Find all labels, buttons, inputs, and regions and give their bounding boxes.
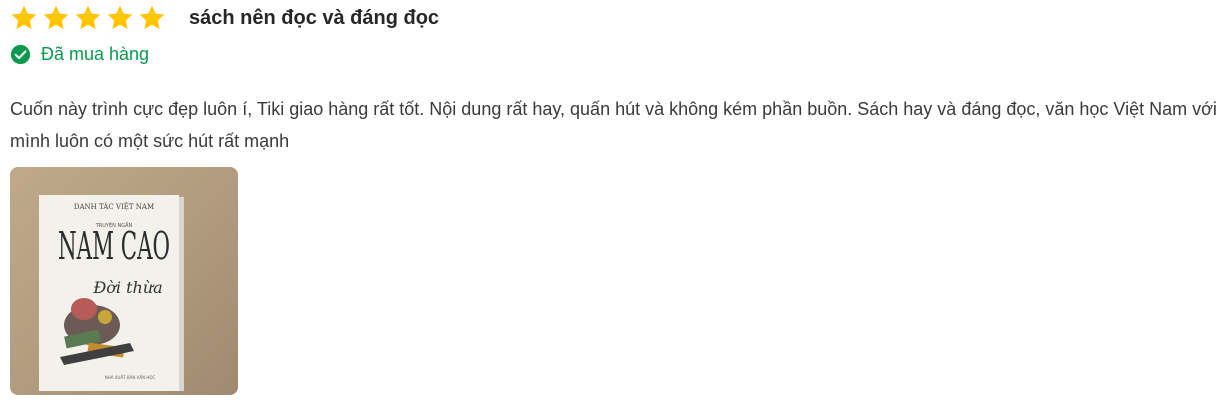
cover-author-text: NAM CAO — [58, 224, 170, 268]
purchased-label: Đã mua hàng — [41, 44, 150, 64]
star-icon — [139, 5, 165, 30]
star-icon — [75, 5, 101, 30]
star-icon — [107, 5, 133, 30]
rating-stars — [10, 4, 166, 32]
star-icon — [43, 5, 69, 30]
rating-row: sách nên đọc và đáng đọc — [10, 3, 439, 33]
cover-publisher-text: NHÀ XUẤT BẢN VĂN HỌC — [105, 375, 156, 380]
cover-title-text: Đời thừa — [92, 278, 162, 297]
cover-subtitle-text: TRUYỆN NGẮN — [95, 221, 133, 229]
purchased-badge: Đã mua hàng — [10, 44, 149, 65]
cover-series-text: DANH TÁC VIỆT NAM — [74, 202, 154, 211]
review-body: Cuốn này trình cực đẹp luôn í, Tiki giao… — [10, 99, 1217, 151]
review-title: sách nên đọc và đáng đọc — [189, 6, 440, 29]
book-cover: DANH TÁC VIỆT NAM NAM CAO TRUYỆN NGẮN Đờ… — [39, 195, 184, 391]
review-photo[interactable]: DANH TÁC VIỆT NAM NAM CAO TRUYỆN NGẮN Đờ… — [10, 167, 238, 395]
check-circle-icon — [10, 44, 31, 65]
star-icon — [11, 5, 37, 30]
